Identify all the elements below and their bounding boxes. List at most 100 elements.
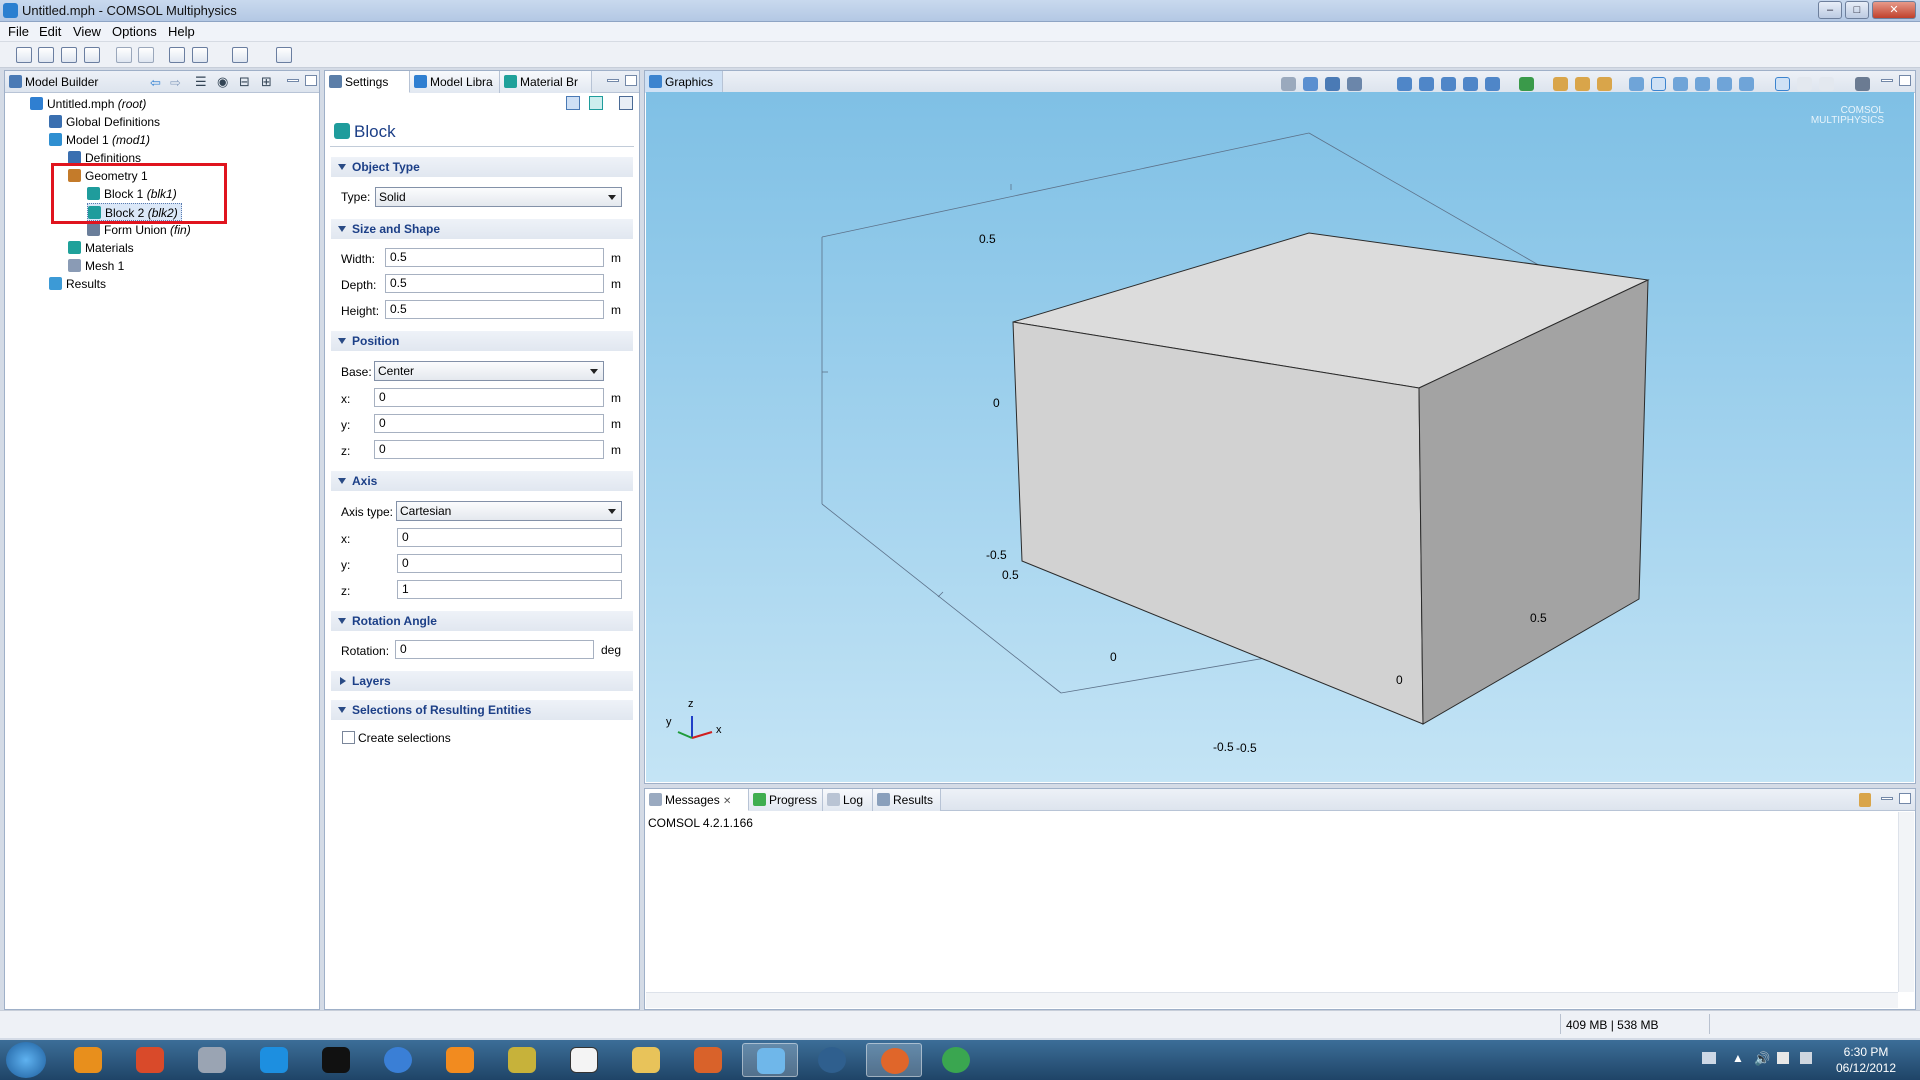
taskbar-firefox[interactable] xyxy=(866,1043,922,1077)
view-axis-icon[interactable] xyxy=(1519,77,1534,91)
clock[interactable]: 6:30 PM 06/12/2012 xyxy=(1826,1044,1906,1076)
taskbar-comsol[interactable] xyxy=(742,1043,798,1077)
select-box-icon[interactable] xyxy=(1775,77,1790,91)
maximize-panel-icon[interactable] xyxy=(625,75,637,86)
taskbar-command-prompt[interactable] xyxy=(308,1043,364,1077)
select-edges-icon[interactable] xyxy=(1739,77,1754,91)
camera-icon[interactable] xyxy=(1855,77,1870,91)
minimize-panel-icon[interactable] xyxy=(287,79,299,82)
minimize-panel-icon[interactable] xyxy=(607,79,619,82)
view-yz-icon[interactable] xyxy=(1575,77,1590,91)
zoom-box-icon[interactable] xyxy=(1441,77,1456,91)
maximize-panel-icon[interactable] xyxy=(305,75,317,86)
axis-z-input[interactable]: 1 xyxy=(397,580,622,599)
show-icon[interactable]: ☰ xyxy=(195,74,207,90)
taskbar-app-4[interactable] xyxy=(494,1043,550,1077)
tree-item-model-1[interactable]: Model 1 (mod1) xyxy=(49,131,150,149)
view-options-icon[interactable] xyxy=(1347,77,1362,91)
view-icon[interactable]: ◉ xyxy=(217,74,228,90)
view-zx-icon[interactable] xyxy=(1597,77,1612,91)
position-x-input[interactable]: 0 xyxy=(374,388,604,407)
menu-view[interactable]: View xyxy=(73,24,101,39)
print-graphics-icon[interactable] xyxy=(1819,77,1834,91)
section-axis[interactable]: Axis xyxy=(331,471,633,491)
position-y-input[interactable]: 0 xyxy=(374,414,604,433)
windows-start-icon[interactable] xyxy=(6,1042,46,1078)
clear-messages-icon[interactable] xyxy=(1859,793,1871,807)
zoom-out-icon[interactable] xyxy=(1419,77,1434,91)
network-icon[interactable] xyxy=(1800,1052,1812,1064)
scene-light-icon[interactable] xyxy=(1629,77,1644,91)
menu-help[interactable]: Help xyxy=(168,24,195,39)
tab-material-browser[interactable]: Material Br xyxy=(500,71,592,93)
keyboard-icon[interactable] xyxy=(1702,1052,1716,1064)
zoom-in-icon[interactable] xyxy=(1397,77,1412,91)
base-select[interactable]: Center xyxy=(374,361,604,381)
tab-progress[interactable]: Progress xyxy=(749,789,823,811)
position-z-input[interactable]: 0 xyxy=(374,440,604,459)
type-select[interactable]: Solid xyxy=(375,187,622,207)
axis-x-input[interactable]: 0 xyxy=(397,528,622,547)
minimize-panel-icon[interactable] xyxy=(1881,79,1893,82)
tree-item-root[interactable]: Untitled.mph (root) xyxy=(30,95,146,113)
transparency-icon[interactable] xyxy=(1651,77,1666,91)
zoom-selected-icon[interactable] xyxy=(1463,77,1478,91)
close-button[interactable]: ✕ xyxy=(1872,1,1916,19)
print-icon[interactable] xyxy=(84,47,100,63)
height-input[interactable]: 0.5 xyxy=(385,300,604,319)
taskbar-app-2[interactable] xyxy=(122,1043,178,1077)
close-tab-icon[interactable]: ✕ xyxy=(723,796,731,807)
horizontal-scrollbar[interactable] xyxy=(646,992,1898,1008)
graphics-update-icon[interactable] xyxy=(619,96,633,110)
taskbar-matlab[interactable] xyxy=(680,1043,736,1077)
tree-item-mesh-1[interactable]: Mesh 1 xyxy=(68,257,124,275)
graphics-canvas[interactable]: COMSOL MULTIPHYSICS 0.5 0 -0.5 0.5 0 -0.… xyxy=(646,92,1914,782)
taskbar-media-player[interactable] xyxy=(432,1043,488,1077)
build-selected-icon[interactable] xyxy=(566,96,580,110)
tab-results[interactable]: Results xyxy=(873,789,941,811)
show-hidden-icons[interactable]: ▲ xyxy=(1732,1051,1744,1065)
taskbar-app-5[interactable] xyxy=(804,1043,860,1077)
menu-file[interactable]: File xyxy=(8,24,29,39)
action-center-icon[interactable] xyxy=(1777,1052,1789,1064)
rotation-input[interactable]: 0 xyxy=(395,640,594,659)
minimize-panel-icon[interactable] xyxy=(1881,797,1893,800)
deselect-box-icon[interactable] xyxy=(1797,77,1812,91)
section-object-type[interactable]: Object Type xyxy=(331,157,633,177)
volume-icon[interactable]: 🔊 xyxy=(1754,1051,1770,1067)
taskbar-chrome[interactable] xyxy=(928,1043,984,1077)
width-input[interactable]: 0.5 xyxy=(385,248,604,267)
section-layers[interactable]: Layers xyxy=(331,671,633,691)
axis-type-select[interactable]: Cartesian xyxy=(396,501,622,521)
save-icon[interactable] xyxy=(61,47,77,63)
new-file-icon[interactable] xyxy=(16,47,32,63)
section-rotation-angle[interactable]: Rotation Angle xyxy=(331,611,633,631)
depth-input[interactable]: 0.5 xyxy=(385,274,604,293)
section-position[interactable]: Position xyxy=(331,331,633,351)
tree-item-materials[interactable]: Materials xyxy=(68,239,134,257)
taskbar-teamviewer[interactable] xyxy=(246,1043,302,1077)
rotate-icon[interactable] xyxy=(1325,77,1340,91)
forward-arrow-icon[interactable]: ⇨ xyxy=(170,75,181,91)
zoom-extents-icon[interactable] xyxy=(1485,77,1500,91)
menu-edit[interactable]: Edit xyxy=(39,24,61,39)
open-file-icon[interactable] xyxy=(38,47,54,63)
select-objects-icon[interactable] xyxy=(1695,77,1710,91)
compact-tree-icon[interactable] xyxy=(232,47,248,63)
expand-all-icon[interactable]: ⊞ xyxy=(261,74,272,90)
clear-selection-icon[interactable] xyxy=(1281,77,1296,91)
collapse-all-icon[interactable]: ⊟ xyxy=(239,74,250,90)
minimize-button[interactable]: – xyxy=(1818,1,1842,19)
tab-log[interactable]: Log xyxy=(823,789,873,811)
section-selections[interactable]: Selections of Resulting Entities xyxy=(331,700,633,720)
select-boundaries-icon[interactable] xyxy=(1717,77,1732,91)
section-size-and-shape[interactable]: Size and Shape xyxy=(331,219,633,239)
build-all-icon[interactable] xyxy=(589,96,603,110)
taskbar-app-3[interactable] xyxy=(184,1043,240,1077)
menu-options[interactable]: Options xyxy=(112,24,157,39)
layout-icon[interactable] xyxy=(276,47,292,63)
tab-messages[interactable]: Messages ✕ xyxy=(645,789,749,811)
tab-model-builder[interactable]: Model Builder xyxy=(5,71,105,93)
redo-icon[interactable] xyxy=(138,47,154,63)
tree-item-results[interactable]: Results xyxy=(49,275,106,293)
